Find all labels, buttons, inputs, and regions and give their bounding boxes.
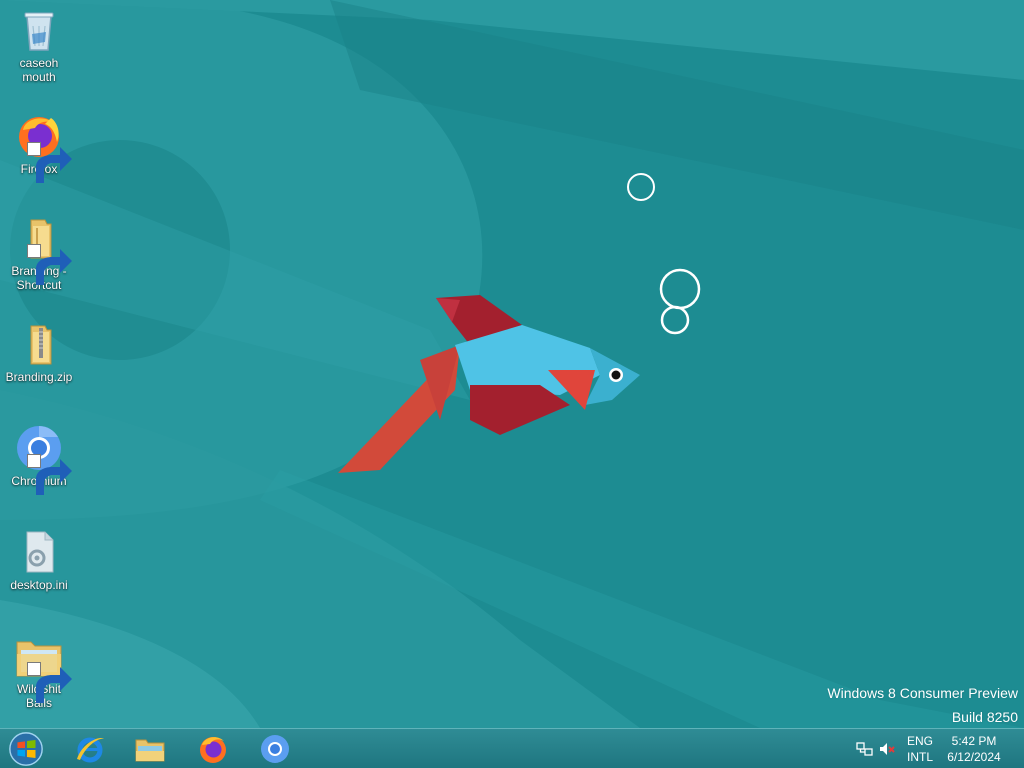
build-watermark-line1: Windows 8 Consumer Preview bbox=[827, 685, 1018, 701]
desktop-icon-wildshit-balls[interactable]: WildShit Balls bbox=[2, 632, 76, 710]
build-watermark-line2: Build 8250 bbox=[951, 709, 1018, 725]
taskbar: ENG INTL 5:42 PM 6/12/2024 bbox=[0, 728, 1024, 768]
desktop-icon-branding-zip[interactable]: Branding.zip bbox=[2, 320, 76, 384]
internet-explorer-icon bbox=[77, 737, 104, 763]
desktop-icon-branding-shortcut[interactable]: Branding - Shortcut bbox=[2, 214, 76, 292]
tray-network[interactable] bbox=[856, 740, 874, 758]
firefox-icon bbox=[200, 737, 226, 763]
zip-folder-icon bbox=[30, 325, 52, 365]
desktop-icon-firefox[interactable]: Firefox bbox=[2, 112, 76, 183]
shortcut-arrow-icon bbox=[27, 142, 72, 183]
shortcut-arrow-icon bbox=[27, 244, 72, 285]
desktop-wallpaper bbox=[0, 0, 1024, 728]
recycle-bin-icon bbox=[24, 12, 54, 51]
input-language-indicator[interactable]: ENG INTL bbox=[900, 733, 940, 765]
network-icon bbox=[856, 742, 873, 756]
start-button[interactable] bbox=[4, 730, 48, 768]
file-explorer-icon bbox=[135, 739, 165, 762]
volume-muted-icon bbox=[880, 743, 895, 755]
settings-file-icon bbox=[26, 531, 54, 573]
taskbar-internet-explorer[interactable] bbox=[66, 731, 114, 767]
shortcut-arrow-icon bbox=[27, 454, 72, 495]
desktop-icon-label: caseoh mouth bbox=[19, 56, 59, 84]
clock-time: 5:42 PM bbox=[951, 734, 997, 748]
taskbar-chromium[interactable] bbox=[251, 731, 299, 767]
tray-volume[interactable] bbox=[878, 740, 896, 758]
chromium-icon bbox=[261, 735, 289, 763]
desktop-icon-chromium[interactable]: Chromium bbox=[2, 424, 76, 495]
desktop-icon-label: desktop.ini bbox=[10, 578, 68, 592]
windows-start-orb-icon bbox=[9, 732, 43, 766]
taskbar-file-explorer[interactable] bbox=[126, 731, 174, 767]
desktop-icon-desktop-ini[interactable]: desktop.ini bbox=[2, 528, 76, 592]
keyboard-layout: INTL bbox=[906, 750, 933, 764]
taskbar-firefox[interactable] bbox=[189, 731, 237, 767]
desktop-icon-label: Branding.zip bbox=[5, 370, 73, 384]
desktop-icon-recycle-bin[interactable]: caseoh mouth bbox=[2, 6, 76, 84]
language-code: ENG bbox=[906, 734, 933, 748]
clock-date: 6/12/2024 bbox=[947, 750, 1001, 764]
taskbar-clock[interactable]: 5:42 PM 6/12/2024 bbox=[940, 733, 1008, 765]
shortcut-arrow-icon bbox=[27, 662, 72, 703]
